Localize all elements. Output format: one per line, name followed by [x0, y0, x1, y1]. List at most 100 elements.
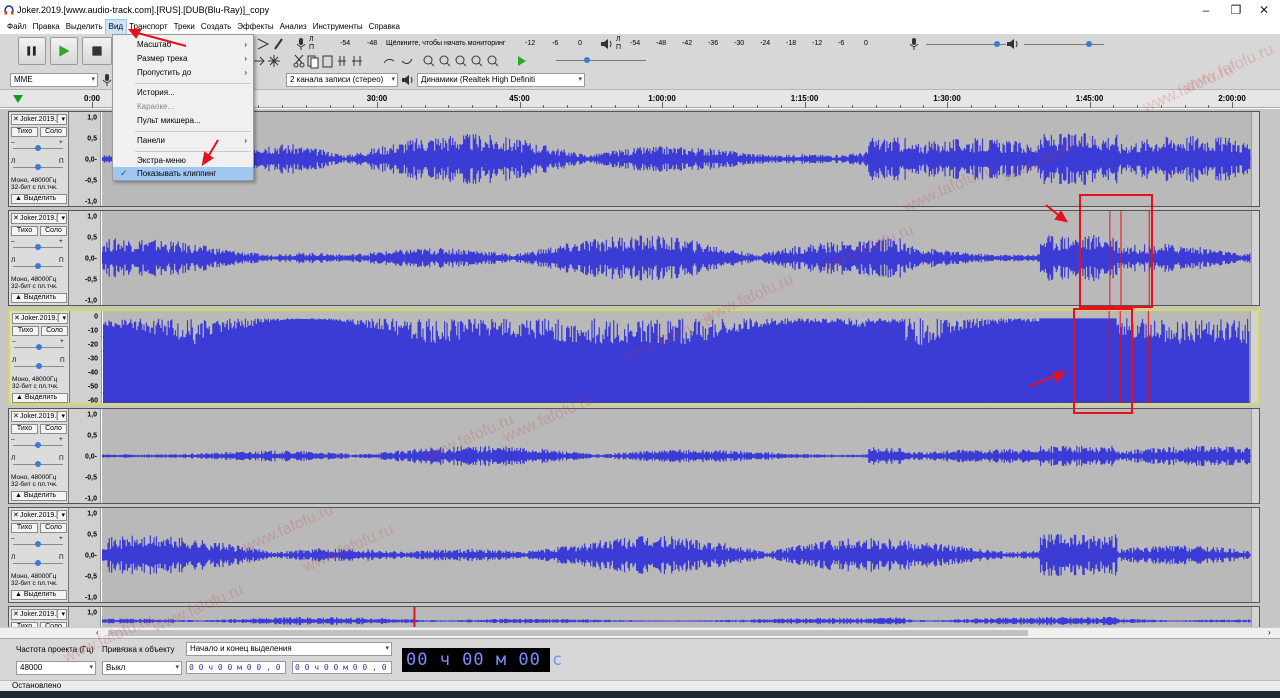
- track-name-menu[interactable]: ✕ Joker.2019.[▾: [11, 114, 67, 125]
- track-resize-edge[interactable]: [1251, 409, 1259, 503]
- track-select-button[interactable]: ▲ Выделить: [11, 194, 67, 204]
- vertical-scale[interactable]: 1,0 0,5 0,0- -0,5 -1,0: [69, 409, 101, 503]
- pan-slider[interactable]: [13, 263, 63, 269]
- track-name-menu[interactable]: ✕ Joker.2019.[▾: [11, 411, 67, 422]
- menu-5[interactable]: Треки: [171, 20, 198, 34]
- pan-slider[interactable]: [13, 164, 63, 170]
- view-menu-item-0[interactable]: Масштаб ›: [113, 38, 253, 51]
- mute-button[interactable]: Тихо: [11, 523, 38, 533]
- speaker-icon[interactable]: [600, 37, 614, 51]
- track-name-menu[interactable]: ✕ Joker.2019.[▾: [11, 510, 67, 521]
- menu-0[interactable]: Файл: [4, 20, 30, 34]
- close-track-icon[interactable]: ✕: [13, 511, 19, 520]
- pan-slider-knob[interactable]: [35, 461, 41, 467]
- view-menu-item-5[interactable]: Пульт микшера...: [113, 114, 253, 127]
- mute-button[interactable]: Тихо: [11, 226, 38, 236]
- pan-slider[interactable]: [13, 461, 63, 467]
- track-resize-edge[interactable]: [1251, 508, 1259, 602]
- menu-9[interactable]: Инструменты: [310, 20, 366, 34]
- maximize-button[interactable]: ❐: [1222, 2, 1250, 18]
- horizontal-scrollbar[interactable]: ‹ ›: [0, 627, 1280, 638]
- track-name-menu[interactable]: ✕ Joker.2019.[▾: [11, 609, 67, 620]
- scroll-right-icon[interactable]: ›: [1268, 628, 1271, 637]
- audio-track[interactable]: ✕ Joker.2019.[▾ Тихо Соло – + Л П Моно, 48…: [8, 210, 1260, 306]
- project-rate-select[interactable]: 48000 ▾: [16, 661, 96, 675]
- close-track-icon[interactable]: ✕: [13, 214, 19, 223]
- play-button[interactable]: [50, 37, 78, 65]
- pan-slider-knob[interactable]: [35, 263, 41, 269]
- view-menu-item-8[interactable]: ✓ Показывать клиппинг: [113, 167, 253, 180]
- track-select-button[interactable]: ▲ Выделить: [12, 393, 68, 403]
- pan-slider[interactable]: [14, 363, 64, 369]
- gain-slider-knob[interactable]: [35, 541, 41, 547]
- input-channels-select[interactable]: 2 канала записи (стерео) ▾: [286, 73, 398, 87]
- close-track-icon[interactable]: ✕: [13, 115, 19, 124]
- scrollbar-thumb[interactable]: [108, 630, 1028, 636]
- solo-button[interactable]: Соло: [40, 424, 67, 434]
- gain-slider-knob[interactable]: [35, 442, 41, 448]
- menu-7[interactable]: Эффекты: [234, 20, 276, 34]
- view-menu-item-2[interactable]: Пропустить до ›: [113, 66, 253, 79]
- waveform-area[interactable]: [102, 607, 1251, 627]
- play-speed-slider[interactable]: [556, 57, 646, 63]
- gain-slider[interactable]: [13, 244, 63, 250]
- pan-slider-knob[interactable]: [36, 363, 42, 369]
- mute-button[interactable]: Тихо: [11, 127, 38, 137]
- track-name-menu[interactable]: ✕ Joker.2019.[▾: [12, 313, 68, 324]
- menu-1[interactable]: Правка: [30, 20, 63, 34]
- menu-6[interactable]: Создать: [198, 20, 234, 34]
- pan-slider-knob[interactable]: [35, 560, 41, 566]
- track-name-menu[interactable]: ✕ Joker.2019.[▾: [11, 213, 67, 224]
- menu-3[interactable]: Вид: [104, 19, 128, 35]
- selection-start-time[interactable]: 0 0 ч 0 0 м 0 0 , 0 0 0 с: [186, 661, 286, 674]
- stop-button[interactable]: [82, 37, 112, 65]
- solo-button[interactable]: Соло: [41, 326, 68, 336]
- vertical-scale[interactable]: 0 -10 -20 -30 -40 -50 -60: [70, 311, 102, 405]
- playback-meter-scale[interactable]: -54 -48 -42 -36 -30 -24 -18 -12 -6 0: [630, 40, 890, 50]
- gain-slider-knob[interactable]: [35, 145, 41, 151]
- gain-slider-knob[interactable]: [35, 244, 41, 250]
- close-track-icon[interactable]: ✕: [13, 610, 19, 619]
- track-resize-edge[interactable]: [1251, 211, 1259, 305]
- selection-end-time[interactable]: 0 0 ч 0 0 м 0 0 , 0 0 0 с: [292, 661, 392, 674]
- audio-host-select[interactable]: MME ▾: [10, 73, 98, 87]
- pan-slider-knob[interactable]: [35, 164, 41, 170]
- menu-2[interactable]: Выделить: [63, 20, 106, 34]
- gain-slider[interactable]: [13, 145, 63, 151]
- solo-button[interactable]: Соло: [40, 226, 67, 236]
- menu-10[interactable]: Справка: [366, 20, 403, 34]
- playback-volume-slider[interactable]: [1024, 41, 1104, 47]
- record-volume-slider[interactable]: [926, 41, 1006, 47]
- waveform-area[interactable]: [102, 508, 1251, 602]
- track-resize-edge[interactable]: [1250, 311, 1258, 403]
- view-menu-item-7[interactable]: Экстра-меню: [113, 154, 253, 167]
- gain-slider[interactable]: [13, 442, 63, 448]
- view-menu-item-6[interactable]: Панели ›: [113, 134, 253, 147]
- vertical-scale[interactable]: 1,0 0,5 0,0- -0,5 -1,0: [69, 508, 101, 602]
- selection-mode-select[interactable]: Начало и конец выделения ▾: [186, 642, 392, 656]
- output-device-select[interactable]: Динамики (Realtek High Definiti ▾: [417, 73, 585, 87]
- view-menu-item-3[interactable]: История...: [113, 86, 253, 99]
- audio-track[interactable]: ✕ Joker.2019.[▾ Тихо Соло – + Л П Моно, 48…: [8, 408, 1260, 504]
- minimize-button[interactable]: –: [1192, 2, 1220, 18]
- solo-button[interactable]: Соло: [40, 127, 67, 137]
- recording-meter-hint[interactable]: Щёлкните, чтобы начать мониторинг: [386, 40, 505, 47]
- mute-button[interactable]: Тихо: [12, 326, 39, 336]
- gain-slider-knob[interactable]: [36, 344, 42, 350]
- track-resize-edge[interactable]: [1251, 607, 1259, 627]
- view-menu-item-1[interactable]: Размер трека ›: [113, 52, 253, 65]
- envelope-tool-icon[interactable]: [256, 36, 286, 52]
- pause-button[interactable]: [18, 37, 46, 65]
- waveform-area[interactable]: [102, 409, 1251, 503]
- close-track-icon[interactable]: ✕: [14, 314, 20, 323]
- gain-slider[interactable]: [13, 541, 63, 547]
- close-button[interactable]: ✕: [1250, 2, 1278, 18]
- menu-4[interactable]: Транспорт: [126, 20, 170, 34]
- close-track-icon[interactable]: ✕: [13, 412, 19, 421]
- edit-toolbar-icons[interactable]: [292, 53, 378, 69]
- menu-8[interactable]: Анализ: [277, 20, 310, 34]
- audio-position-display[interactable]: 00 ч 00 м 00 с: [402, 648, 562, 672]
- gain-slider[interactable]: [14, 344, 64, 350]
- audio-track[interactable]: ✕ Joker.2019.[▾ Тихо Соло 1,0: [8, 606, 1260, 627]
- vertical-scale[interactable]: 1,0: [69, 607, 101, 627]
